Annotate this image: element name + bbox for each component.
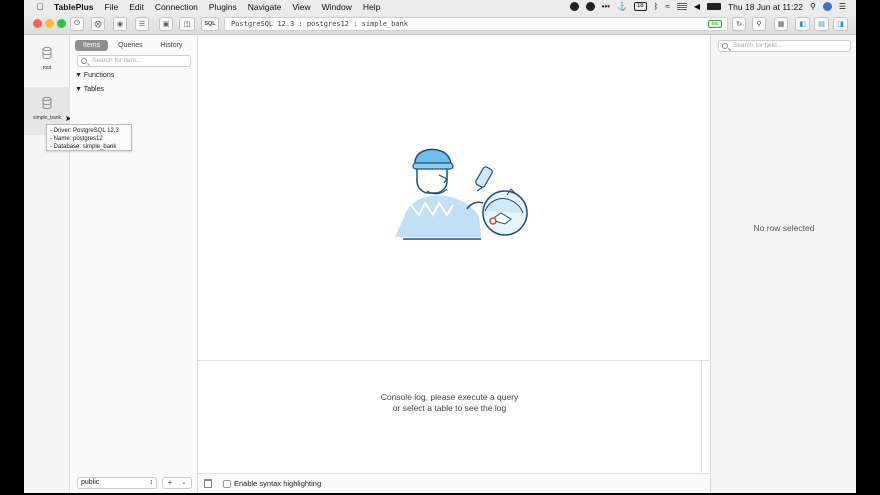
syntax-highlighting-label[interactable]: Enable syntax highlighting: [234, 479, 321, 488]
add-item-button[interactable]: + ⌄: [162, 477, 192, 489]
bluetooth-icon[interactable]: ᛒ: [654, 2, 659, 11]
control-center-icon[interactable]: ☰: [839, 2, 846, 11]
schema-value: public: [81, 479, 100, 486]
items-tabs: Items Queries History: [75, 40, 190, 51]
power-icon[interactable]: ⏻: [70, 17, 84, 31]
row-detail-panel: Search for field... No row selected: [710, 35, 856, 493]
menu-help[interactable]: Help: [363, 2, 380, 12]
tooltip-name: - Name: postgres12: [50, 136, 103, 142]
refresh-icon[interactable]: ↻: [732, 17, 746, 31]
tableplus-window: ⏻ ⨂ ◉ ☰ ▣ ◫ SQL PostgreSQL 12.3 : postgr…: [24, 13, 856, 493]
tooltip-driver: - Driver: PostgreSQL 12.3: [50, 128, 119, 134]
grid-icon[interactable]: ▦: [774, 17, 788, 31]
menubar-datetime[interactable]: Thu 18 Jun at 11:22: [728, 2, 803, 12]
preview-icon[interactable]: ◉: [113, 17, 127, 31]
menu-view[interactable]: View: [292, 2, 310, 12]
close-window-button[interactable]: [33, 19, 42, 28]
connection-info-bar[interactable]: PostgreSQL 12.3 : postgres12 : simple_ba…: [224, 17, 728, 31]
schema-select[interactable]: public ↕: [77, 477, 157, 489]
menu-connection[interactable]: Connection: [155, 2, 198, 12]
database-icon: [42, 97, 52, 109]
connection-tag-badge: loc: [708, 20, 722, 28]
docker-icon[interactable]: ⚓: [617, 2, 627, 11]
tree-label: Functions: [83, 72, 115, 79]
connection-tooltip: - Driver: PostgreSQL 12.3 - Name: postgr…: [46, 124, 132, 151]
bottom-panel-toggle-icon[interactable]: ▤: [814, 17, 829, 31]
maximize-window-button[interactable]: [57, 19, 66, 28]
status-area: ••• ⚓ 18 ᛒ ≈ ◀ Thu 18 Jun at 11:22 ⚲ ☰: [569, 2, 846, 12]
syntax-highlighting-checkbox[interactable]: [223, 480, 231, 488]
console-bottom-bar: Enable syntax highlighting: [198, 473, 710, 493]
screen:  TablePlus File Edit Connection Plugins…: [0, 0, 880, 495]
no-row-selected-text: No row selected: [753, 223, 815, 233]
battery-icon[interactable]: [706, 3, 721, 10]
toolbar: ⏻ ⨂ ◉ ☰ ▣ ◫ SQL PostgreSQL 12.3 : postgr…: [24, 13, 856, 35]
database-icon: [42, 47, 52, 59]
menu-edit[interactable]: Edit: [129, 2, 144, 12]
menubar:  TablePlus File Edit Connection Plugins…: [24, 0, 856, 13]
flag-icon[interactable]: [676, 3, 687, 10]
plus-icon: +: [167, 478, 173, 487]
item-search-placeholder: Search for item...: [92, 57, 142, 64]
trash-icon[interactable]: [204, 479, 212, 488]
field-search-input[interactable]: Search for field...: [718, 40, 851, 52]
tree-label: Tables: [83, 86, 104, 93]
status-app-icon[interactable]: [585, 2, 595, 11]
database-icon[interactable]: ◫: [179, 17, 195, 31]
record-icon[interactable]: [569, 2, 579, 11]
search-icon[interactable]: ⚲: [752, 17, 766, 31]
connection-root[interactable]: root: [24, 39, 70, 83]
calendar-badge[interactable]: 18: [633, 2, 647, 11]
minimize-window-button[interactable]: [45, 19, 54, 28]
search-icon: [722, 43, 728, 49]
connection-label: root: [42, 65, 52, 71]
connection-rail: root simple_bank ➤ ⚙: [24, 35, 72, 493]
tab-items[interactable]: Items: [75, 40, 109, 51]
console-empty-message: Console log, please execute a query or s…: [198, 392, 701, 414]
volume-icon[interactable]: ◀: [694, 2, 700, 11]
console-scrollbar[interactable]: [701, 361, 710, 474]
apple-icon[interactable]: : [34, 2, 46, 12]
menu-app-name[interactable]: TablePlus: [54, 2, 94, 12]
menu-window[interactable]: Window: [322, 2, 352, 12]
lock-icon[interactable]: ▣: [159, 17, 173, 31]
right-panel-toggle-icon[interactable]: ◨: [833, 17, 848, 31]
menu-file[interactable]: File: [105, 2, 119, 12]
search-icon: [81, 58, 87, 64]
empty-state-illustration: [395, 148, 528, 240]
wifi-icon[interactable]: ≈: [665, 2, 669, 11]
tooltip-database: - Database: simple_bank: [50, 144, 117, 150]
console-log-panel: Console log, please execute a query or s…: [198, 360, 710, 474]
tab-queries[interactable]: Queries: [110, 40, 151, 51]
item-search-input[interactable]: Search for item...: [77, 55, 191, 67]
stop-icon[interactable]: ⨂: [91, 17, 105, 31]
connection-label: simple_bank: [32, 115, 62, 121]
tree-item-tables[interactable]: ▼ Tables: [75, 86, 104, 93]
spotlight-icon[interactable]: ⚲: [810, 2, 816, 11]
tab-history[interactable]: History: [153, 40, 191, 51]
items-panel: Items Queries History Search for item...…: [70, 35, 198, 493]
left-panel-toggle-icon[interactable]: ◧: [795, 17, 810, 31]
chevron-down-icon[interactable]: ⌄: [181, 478, 186, 488]
siri-icon[interactable]: [822, 2, 832, 11]
field-search-placeholder: Search for field...: [733, 42, 783, 49]
more-icon[interactable]: •••: [602, 2, 610, 11]
tree-item-functions[interactable]: ▼ Functions: [75, 72, 114, 79]
menu-plugins[interactable]: Plugins: [209, 2, 237, 12]
menu-navigate[interactable]: Navigate: [248, 2, 282, 12]
sql-editor-button[interactable]: SQL: [201, 17, 219, 31]
list-icon[interactable]: ☰: [135, 17, 149, 31]
main-content-area: [198, 35, 710, 360]
console-line-2: or select a table to see the log: [392, 403, 507, 413]
chevron-updown-icon: ↕: [149, 479, 154, 486]
console-line-1: Console log, please execute a query: [380, 392, 519, 402]
